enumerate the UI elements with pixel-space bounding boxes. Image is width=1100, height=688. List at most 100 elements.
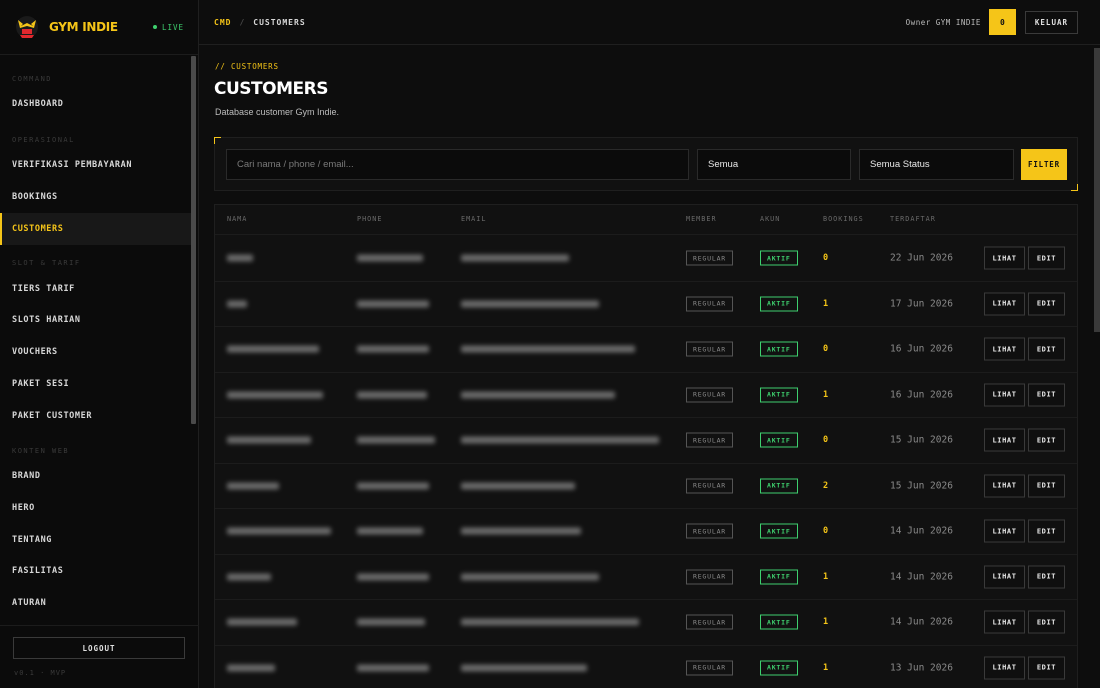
customer-email-redacted xyxy=(461,254,569,262)
customer-name-redacted xyxy=(227,618,297,626)
sidebar-item-tentang[interactable]: TENTANG xyxy=(0,530,191,550)
member-badge: REGULAR xyxy=(686,660,733,676)
table-row: REGULAR AKTIF 0 15 Jun 2026 LIHAT EDIT xyxy=(215,418,1077,464)
sidebar-item-slots-harian[interactable]: SLOTS HARIAN xyxy=(0,310,191,330)
search-input[interactable]: Cari nama / phone / email... xyxy=(226,149,689,180)
customer-phone-redacted xyxy=(357,618,425,626)
view-button[interactable]: LIHAT xyxy=(984,565,1025,589)
customer-name-redacted xyxy=(227,436,311,444)
member-badge: REGULAR xyxy=(686,250,733,266)
sidebar: GYM INDIE LIVE COMMAND DASHBOARD OPERASI… xyxy=(0,0,199,688)
member-filter-select[interactable]: Semua xyxy=(697,149,851,180)
view-button[interactable]: LIHAT xyxy=(984,610,1025,634)
view-button[interactable]: LIHAT xyxy=(984,337,1025,361)
edit-button[interactable]: EDIT xyxy=(1028,292,1065,316)
table-row: REGULAR AKTIF 1 14 Jun 2026 LIHAT EDIT xyxy=(215,555,1077,600)
table-row: REGULAR AKTIF 0 22 Jun 2026 LIHAT EDIT xyxy=(215,236,1077,282)
logout-button[interactable]: LOGOUT xyxy=(13,637,185,659)
col-bookings: BOOKINGS xyxy=(823,215,864,223)
table-row: REGULAR AKTIF 0 14 Jun 2026 LIHAT EDIT xyxy=(215,509,1077,555)
customer-name-redacted xyxy=(227,482,279,490)
akun-status-badge: AKTIF xyxy=(760,614,798,630)
view-button[interactable]: LIHAT xyxy=(984,246,1025,270)
registered-date: 14 Jun 2026 xyxy=(890,571,953,583)
view-button[interactable]: LIHAT xyxy=(984,474,1025,498)
akun-status-badge: AKTIF xyxy=(760,523,798,539)
edit-button[interactable]: EDIT xyxy=(1028,565,1065,589)
akun-status-badge: AKTIF xyxy=(760,432,798,448)
col-akun: AKUN xyxy=(760,215,781,223)
filter-button[interactable]: FILTER xyxy=(1021,149,1067,180)
edit-button[interactable]: EDIT xyxy=(1028,337,1065,361)
customer-phone-redacted xyxy=(357,436,435,444)
customer-email-redacted xyxy=(461,391,615,399)
bookings-count: 0 xyxy=(823,344,829,355)
sidebar-item-brand[interactable]: BRAND xyxy=(0,466,191,486)
nav-section-slot-tarif: SLOT & TARIF xyxy=(12,259,81,267)
customer-email-redacted xyxy=(461,345,635,353)
nav-section-command: COMMAND xyxy=(12,75,53,83)
edit-button[interactable]: EDIT xyxy=(1028,246,1065,270)
table-row: REGULAR AKTIF 1 16 Jun 2026 LIHAT EDIT xyxy=(215,373,1077,418)
page-subtitle: Database customer Gym Indie. xyxy=(215,107,340,117)
sidebar-footer: LOGOUT v0.1 · MVP xyxy=(0,625,199,688)
akun-status-badge: AKTIF xyxy=(760,250,798,266)
brand-header: GYM INDIE LIVE xyxy=(0,0,198,55)
edit-button[interactable]: EDIT xyxy=(1028,610,1065,634)
edit-button[interactable]: EDIT xyxy=(1028,383,1065,407)
akun-status-badge: AKTIF xyxy=(760,341,798,357)
edit-button[interactable]: EDIT xyxy=(1028,474,1065,498)
page-title: CUSTOMERS xyxy=(214,79,328,99)
view-button[interactable]: LIHAT xyxy=(984,519,1025,543)
breadcrumb-current: CUSTOMERS xyxy=(253,17,306,27)
edit-button[interactable]: EDIT xyxy=(1028,428,1065,452)
table-row: REGULAR AKTIF 1 17 Jun 2026 LIHAT EDIT xyxy=(215,282,1077,327)
sidebar-item-paket-sesi[interactable]: PAKET SESI xyxy=(0,374,191,394)
sidebar-item-hero[interactable]: HERO xyxy=(0,498,191,518)
page-scrollbar[interactable] xyxy=(1094,48,1100,332)
table-row: REGULAR AKTIF 1 14 Jun 2026 LIHAT EDIT xyxy=(215,600,1077,646)
table-row: REGULAR AKTIF 0 16 Jun 2026 LIHAT EDIT xyxy=(215,327,1077,373)
version-label: v0.1 · MVP xyxy=(14,669,67,677)
view-button[interactable]: LIHAT xyxy=(984,383,1025,407)
breadcrumb-separator: / xyxy=(239,17,246,27)
bookings-count: 0 xyxy=(823,253,829,264)
sidebar-item-verifikasi-pembayaran[interactable]: VERIFIKASI PEMBAYARAN xyxy=(0,155,191,175)
edit-button[interactable]: EDIT xyxy=(1028,519,1065,543)
sidebar-item-dashboard[interactable]: DASHBOARD xyxy=(0,94,191,114)
bookings-count: 1 xyxy=(823,617,829,628)
bookings-count: 0 xyxy=(823,435,829,446)
registered-date: 15 Jun 2026 xyxy=(890,480,953,492)
view-button[interactable]: LIHAT xyxy=(984,428,1025,452)
view-button[interactable]: LIHAT xyxy=(984,292,1025,316)
customer-email-redacted xyxy=(461,527,581,535)
col-nama: NAMA xyxy=(227,215,248,223)
breadcrumb-root[interactable]: CMD xyxy=(214,18,231,27)
sidebar-scrollbar[interactable] xyxy=(191,56,196,424)
nav-section-konten-web: KONTEN WEB xyxy=(12,447,70,455)
view-button[interactable]: LIHAT xyxy=(984,656,1025,680)
edit-button[interactable]: EDIT xyxy=(1028,656,1065,680)
sidebar-item-paket-customer[interactable]: PAKET CUSTOMER xyxy=(0,406,191,426)
akun-status-badge: AKTIF xyxy=(760,569,798,585)
sidebar-item-fasilitas[interactable]: FASILITAS xyxy=(0,561,191,581)
member-badge: REGULAR xyxy=(686,341,733,357)
keluar-button[interactable]: KELUAR xyxy=(1024,10,1078,34)
registered-date: 22 Jun 2026 xyxy=(890,252,953,264)
sidebar-item-bookings[interactable]: BOOKINGS xyxy=(0,187,191,207)
member-badge: REGULAR xyxy=(686,614,733,630)
akun-status-badge: AKTIF xyxy=(760,296,798,312)
status-filter-select[interactable]: Semua Status xyxy=(859,149,1014,180)
col-terdaftar: TERDAFTAR xyxy=(890,215,936,223)
customer-name-redacted xyxy=(227,300,247,308)
sidebar-item-customers[interactable]: CUSTOMERS xyxy=(0,213,191,245)
sidebar-item-vouchers[interactable]: VOUCHERS xyxy=(0,342,191,362)
customer-email-redacted xyxy=(461,436,659,444)
notification-count-button[interactable]: 0 xyxy=(988,9,1016,35)
customer-name-redacted xyxy=(227,391,323,399)
sidebar-item-tiers-tarif[interactable]: TIERS TARIF xyxy=(0,279,191,299)
bookings-count: 1 xyxy=(823,571,829,582)
filter-panel: Cari nama / phone / email... Semua Semua… xyxy=(214,137,1078,191)
customer-email-redacted xyxy=(461,573,599,581)
sidebar-item-aturan[interactable]: ATURAN xyxy=(0,593,191,613)
